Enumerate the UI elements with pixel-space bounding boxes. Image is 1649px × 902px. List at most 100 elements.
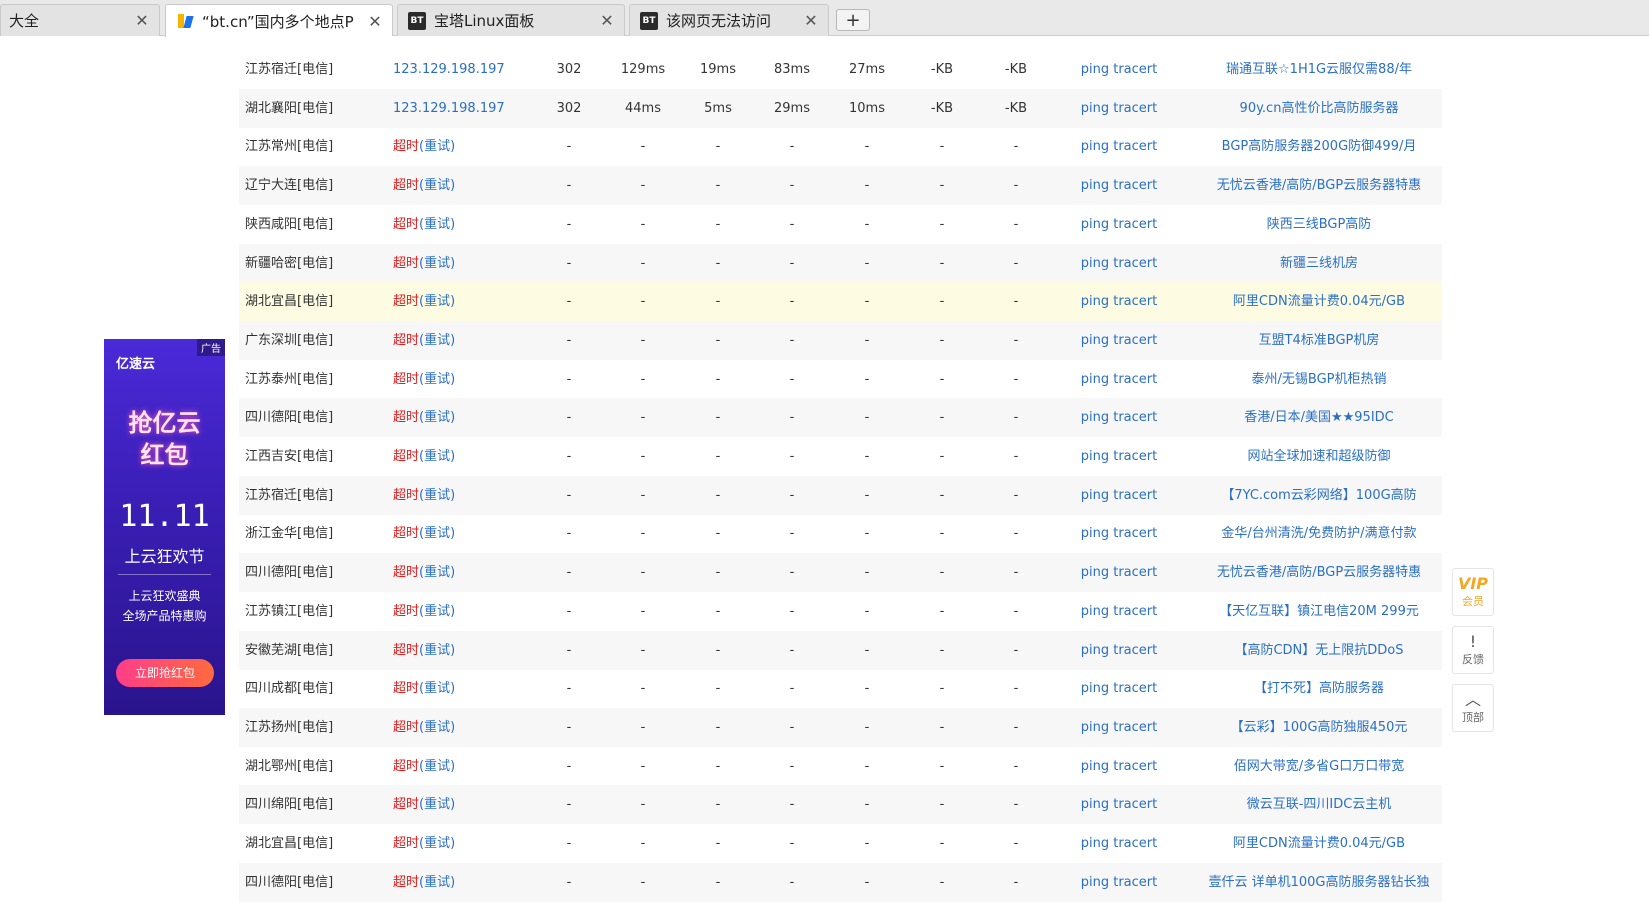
ping-tracert-link[interactable]: ping tracert xyxy=(1059,282,1179,321)
retry-link[interactable]: (重试) xyxy=(419,488,455,503)
timeout-cell: 超时(重试) xyxy=(393,514,455,553)
retry-link[interactable]: (重试) xyxy=(419,372,455,387)
ip-link[interactable]: 123.129.198.197 xyxy=(393,89,505,128)
ping-tracert-link[interactable]: ping tracert xyxy=(1059,669,1179,708)
empty-cell: - xyxy=(715,449,721,464)
retry-link[interactable]: (重试) xyxy=(419,643,455,658)
empty-cell: - xyxy=(864,410,870,426)
ad-link[interactable]: 泰州/无锡BGP机柜热销 xyxy=(1199,360,1439,399)
ping-tracert-link[interactable]: ping tracert xyxy=(1059,205,1179,244)
ping-tracert-link[interactable]: ping tracert xyxy=(1059,592,1179,631)
retry-link[interactable]: (重试) xyxy=(419,875,455,890)
vip-member-button[interactable]: VIP 会员 xyxy=(1452,568,1494,616)
ping-tracert-link[interactable]: ping tracert xyxy=(1059,553,1179,592)
empty-cell: - xyxy=(566,758,572,774)
ad-banner[interactable]: 广告 亿速云 抢亿云 红包 11.11 上云狂欢节 上云狂欢盛典 全场产品特惠购… xyxy=(104,339,225,715)
ping-tracert-link[interactable]: ping tracert xyxy=(1059,321,1179,360)
retry-link[interactable]: (重试) xyxy=(419,681,455,696)
close-icon[interactable]: ✕ xyxy=(598,11,616,30)
ad-link[interactable]: 新疆三线机房 xyxy=(1199,244,1439,283)
ad-link[interactable]: 阿里CDN流量计费0.04元/GB xyxy=(1199,282,1439,321)
empty-cell: - xyxy=(566,139,572,155)
retry-link[interactable]: (重试) xyxy=(419,720,455,735)
status-cell: 302 xyxy=(556,100,582,116)
ping-tracert-link[interactable]: ping tracert xyxy=(1059,863,1179,902)
new-tab-button[interactable]: + xyxy=(836,9,870,31)
ping-tracert-link[interactable]: ping tracert xyxy=(1059,244,1179,283)
table-row: 江苏镇江[电信] 超时(重试) - - - - - - - ping tracert 【天亿互联】镇… xyxy=(239,592,1442,631)
close-icon[interactable]: ✕ xyxy=(133,11,151,30)
retry-link[interactable]: (重试) xyxy=(419,836,455,851)
time-cell: 19ms xyxy=(700,62,736,77)
ad-link[interactable]: 陕西三线BGP高防 xyxy=(1199,205,1439,244)
ad-link[interactable]: 无忧云香港/高防/BGP云服务器特惠 xyxy=(1199,166,1439,205)
ping-tracert-link[interactable]: ping tracert xyxy=(1059,785,1179,824)
ad-link[interactable]: 【高防CDN】无上限抗DDoS xyxy=(1199,631,1439,670)
retry-link[interactable]: (重试) xyxy=(419,797,455,812)
retry-link[interactable]: (重试) xyxy=(419,759,455,774)
retry-link[interactable]: (重试) xyxy=(419,333,455,348)
ping-tracert-link[interactable]: ping tracert xyxy=(1059,89,1179,128)
retry-link[interactable]: (重试) xyxy=(419,256,455,271)
time-cell: 129ms xyxy=(620,62,666,77)
retry-link[interactable]: (重试) xyxy=(419,410,455,425)
tab-ping-results[interactable]: “bt.cn”国内多个地点P ✕ xyxy=(165,4,393,37)
retry-link[interactable]: (重试) xyxy=(419,294,455,309)
ping-tracert-link[interactable]: ping tracert xyxy=(1059,631,1179,670)
ad-cta-button[interactable]: 立即抢红包 xyxy=(116,659,214,687)
back-to-top-button[interactable]: ︿ 顶部 xyxy=(1452,684,1494,732)
ad-link[interactable]: 【天亿互联】镇江电信20M 299元 xyxy=(1199,592,1439,631)
ad-link[interactable]: 【打不死】高防服务器 xyxy=(1199,669,1439,708)
table-row: 江苏常州[电信] 超时(重试) - - - - - - - ping tracert BGP高防服务… xyxy=(239,127,1442,166)
retry-link[interactable]: (重试) xyxy=(419,217,455,232)
ad-link[interactable]: 网站全球加速和超级防御 xyxy=(1199,437,1439,476)
feedback-button[interactable]: ! 反馈 xyxy=(1452,626,1494,674)
ad-link[interactable]: 90y.cn高性价比高防服务器 xyxy=(1199,89,1439,128)
ad-link[interactable]: 壹仟云 详单机100G高防服务器钻长独 xyxy=(1199,863,1439,902)
ping-tracert-link[interactable]: ping tracert xyxy=(1059,708,1179,747)
retry-link[interactable]: (重试) xyxy=(419,604,455,619)
empty-cell: - xyxy=(566,178,572,194)
ping-tracert-link[interactable]: ping tracert xyxy=(1059,476,1179,515)
ad-link[interactable]: 瑞通互联☆1H1G云服仅需88/年 xyxy=(1199,50,1439,89)
ping-tracert-link[interactable]: ping tracert xyxy=(1059,50,1179,89)
ad-link[interactable]: 【7YC.com云彩网络】100G高防 xyxy=(1199,476,1439,515)
ad-link[interactable]: 佰网大带宽/多省G口万口带宽 xyxy=(1199,747,1439,786)
ad-link[interactable]: 金华/台州清洗/免费防护/满意付款 xyxy=(1199,514,1439,553)
ad-link[interactable]: 香港/日本/美国★★95IDC xyxy=(1199,398,1439,437)
table-row: 江苏扬州[电信] 超时(重试) - - - - - - - ping tracert 【云彩】100… xyxy=(239,707,1442,747)
empty-cell: - xyxy=(789,371,795,387)
close-icon[interactable]: ✕ xyxy=(366,12,384,31)
retry-link[interactable]: (重试) xyxy=(419,449,455,464)
retry-link[interactable]: (重试) xyxy=(419,526,455,541)
ping-tracert-link[interactable]: ping tracert xyxy=(1059,166,1179,205)
tab-bt-panel[interactable]: BT 宝塔Linux面板 ✕ xyxy=(397,4,625,36)
ad-link[interactable]: 阿里CDN流量计费0.04元/GB xyxy=(1199,824,1439,863)
retry-link[interactable]: (重试) xyxy=(419,139,455,154)
empty-cell: - xyxy=(715,487,721,503)
empty-cell: - xyxy=(939,487,945,503)
tab-page-unreachable[interactable]: BT 该网页无法访问 ✕ xyxy=(629,4,829,36)
ad-link[interactable]: 微云互联-四川IDC云主机 xyxy=(1199,785,1439,824)
empty-cell: - xyxy=(640,449,646,464)
ping-tracert-link[interactable]: ping tracert xyxy=(1059,514,1179,553)
ad-link[interactable]: BGP高防服务器200G防御499/月 xyxy=(1199,127,1439,166)
retry-link[interactable]: (重试) xyxy=(419,565,455,580)
ping-tracert-link[interactable]: ping tracert xyxy=(1059,824,1179,863)
tab-directory[interactable]: 大全 ✕ xyxy=(0,4,160,36)
time-cell: 10ms xyxy=(849,100,885,116)
ad-link[interactable]: 【云彩】100G高防独服450元 xyxy=(1199,708,1439,747)
ad-link[interactable]: 互盟T4标准BGP机房 xyxy=(1199,321,1439,360)
ping-tracert-link[interactable]: ping tracert xyxy=(1059,437,1179,476)
ad-link[interactable]: 无忧云香港/高防/BGP云服务器特惠 xyxy=(1199,553,1439,592)
ping-tracert-link[interactable]: ping tracert xyxy=(1059,398,1179,437)
empty-cell: - xyxy=(789,565,795,581)
location-cell: 广东深圳[电信] xyxy=(245,332,334,348)
ping-tracert-link[interactable]: ping tracert xyxy=(1059,360,1179,399)
retry-link[interactable]: (重试) xyxy=(419,178,455,193)
ip-link[interactable]: 123.129.198.197 xyxy=(393,50,505,89)
ping-tracert-link[interactable]: ping tracert xyxy=(1059,127,1179,166)
close-icon[interactable]: ✕ xyxy=(802,11,820,30)
timeout-cell: 超时(重试) xyxy=(393,747,455,786)
ping-tracert-link[interactable]: ping tracert xyxy=(1059,747,1179,786)
